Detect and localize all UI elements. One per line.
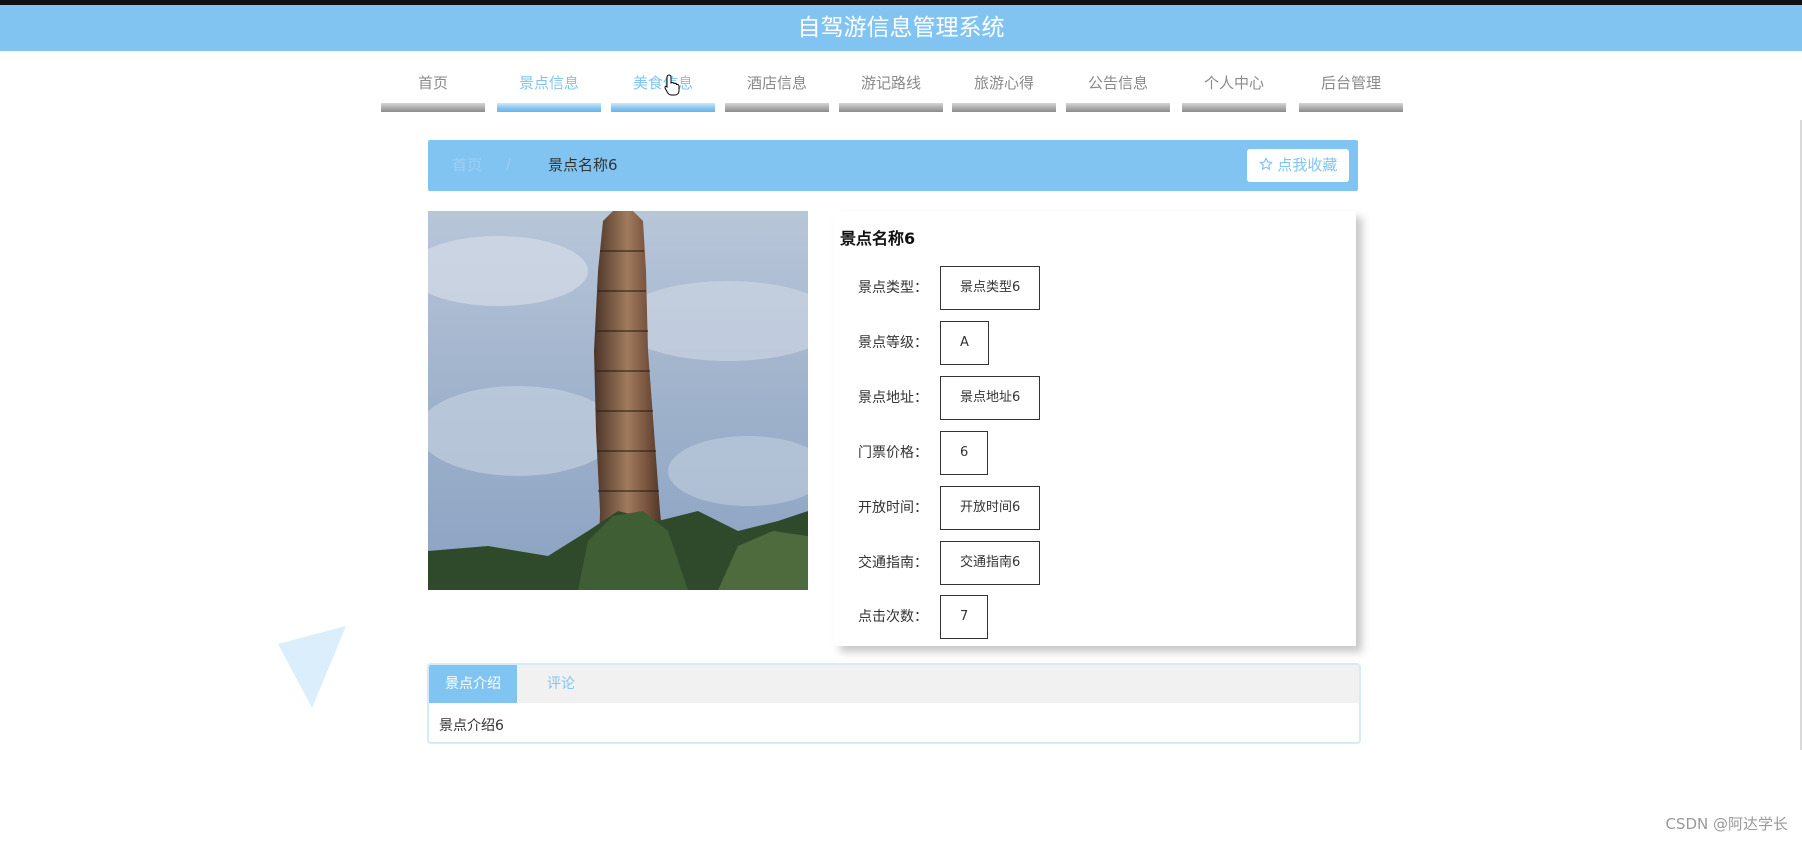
site-title: 自驾游信息管理系统 — [797, 15, 1005, 41]
nav-item-announcements[interactable]: 公告信息 — [1066, 62, 1170, 112]
field-value: 交通指南6 — [940, 541, 1041, 585]
nav-label: 公告信息 — [1087, 74, 1148, 92]
field-value: 开放时间6 — [940, 486, 1041, 530]
field-label: 开放时间： — [858, 500, 928, 516]
nav-item-food[interactable]: 美食信息 — [611, 62, 715, 112]
site-header: 自驾游信息管理系统 — [0, 5, 1802, 51]
field-value: A — [940, 321, 989, 365]
field-label: 景点地址： — [858, 390, 928, 406]
breadcrumb: 首页 / 景点名称6 点我收藏 — [428, 140, 1358, 191]
nav-label: 首页 — [417, 74, 448, 92]
nav-item-home[interactable]: 首页 — [381, 62, 485, 112]
tab-comments[interactable]: 评论 — [517, 665, 605, 703]
field-value: 景点类型6 — [940, 266, 1041, 310]
field-label: 交通指南： — [858, 555, 928, 571]
favorite-label: 点我收藏 — [1277, 156, 1338, 174]
watermark-text: CSDN @阿达学长 — [1665, 815, 1788, 833]
favorite-button[interactable]: 点我收藏 — [1247, 149, 1349, 182]
hand-pointer-icon — [664, 74, 680, 96]
nav-label: 个人中心 — [1203, 74, 1264, 92]
field-value: 6 — [940, 431, 989, 475]
nav-label: 景点信息 — [518, 74, 579, 92]
star-outline-icon — [1259, 157, 1273, 170]
attraction-info-card: 景点名称6 景点类型： 景点类型6 景点等级： A 景点地址： 景点地址6 门票… — [834, 211, 1356, 646]
field-value: 7 — [940, 595, 989, 639]
breadcrumb-current: 景点名称6 — [548, 156, 618, 174]
attraction-photo — [428, 211, 808, 590]
nav-label: 美食信息 — [632, 74, 693, 92]
tab-content-introduction: 景点介绍6 — [439, 718, 504, 734]
nav-item-admin[interactable]: 后台管理 — [1299, 62, 1403, 112]
detail-tabs: 景点介绍 评论 景点介绍6 — [427, 663, 1361, 744]
field-label: 门票价格： — [858, 445, 928, 461]
tab-introduction[interactable]: 景点介绍 — [429, 665, 517, 703]
breadcrumb-home-link[interactable]: 首页 — [452, 140, 482, 191]
nav-item-attractions[interactable]: 景点信息 — [497, 62, 601, 112]
nav-label: 酒店信息 — [746, 74, 807, 92]
nav-item-hotels[interactable]: 酒店信息 — [725, 62, 829, 112]
nav-item-user-center[interactable]: 个人中心 — [1182, 62, 1286, 112]
tabs-header: 景点介绍 评论 — [429, 665, 1359, 703]
attraction-name: 景点名称6 — [840, 229, 916, 248]
nav-item-travel-routes[interactable]: 游记路线 — [839, 62, 943, 112]
field-label: 点击次数： — [858, 609, 928, 625]
nav-item-travel-notes[interactable]: 旅游心得 — [952, 62, 1056, 112]
field-value: 景点地址6 — [940, 376, 1041, 420]
field-label: 景点等级： — [858, 335, 928, 351]
nav-label: 后台管理 — [1320, 74, 1381, 92]
nav-label: 游记路线 — [860, 74, 921, 92]
field-label: 景点类型： — [858, 280, 928, 296]
breadcrumb-separator: / — [506, 157, 511, 173]
decorative-triangle-icon — [278, 626, 346, 708]
nav-label: 旅游心得 — [973, 74, 1034, 92]
